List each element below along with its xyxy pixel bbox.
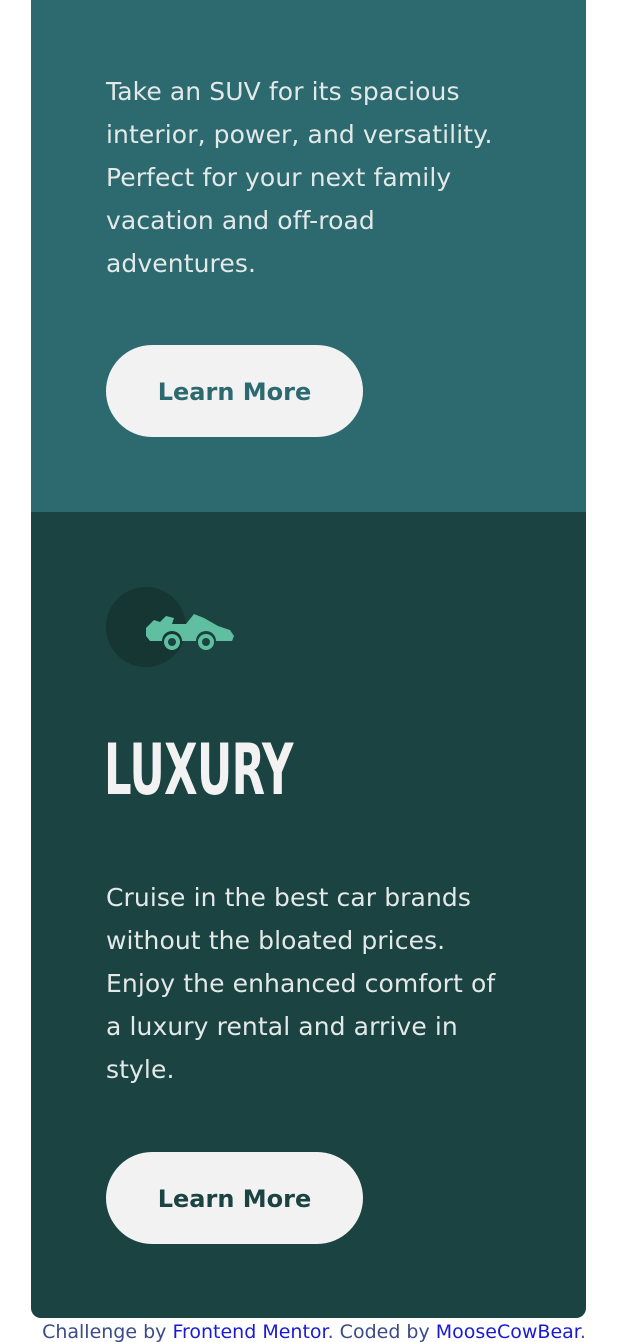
- luxury-heading: LUXURY: [104, 729, 293, 811]
- attribution-prefix: Challenge by: [42, 1321, 173, 1342]
- attribution-suffix: .: [579, 1321, 586, 1342]
- frontend-mentor-link[interactable]: Frontend Mentor: [172, 1321, 327, 1342]
- luxury-card: LUXURY Cruise in the best car brands wit…: [31, 512, 586, 1318]
- product-card-stack: Take an SUV for its spacious interior, p…: [31, 0, 586, 1318]
- luxury-description: Cruise in the best car brands without th…: [106, 883, 496, 1084]
- suv-card: Take an SUV for its spacious interior, p…: [31, 0, 586, 512]
- suv-learn-more-button[interactable]: Learn More: [106, 345, 363, 437]
- attribution-middle: . Coded by: [327, 1321, 436, 1342]
- suv-description: Take an SUV for its spacious interior, p…: [106, 77, 493, 278]
- luxury-car-icon: [146, 614, 234, 650]
- luxury-learn-more-button[interactable]: Learn More: [106, 1152, 363, 1244]
- attribution: Challenge by Frontend Mentor. Coded by M…: [0, 1318, 628, 1342]
- author-link[interactable]: MooseCowBear: [436, 1321, 580, 1342]
